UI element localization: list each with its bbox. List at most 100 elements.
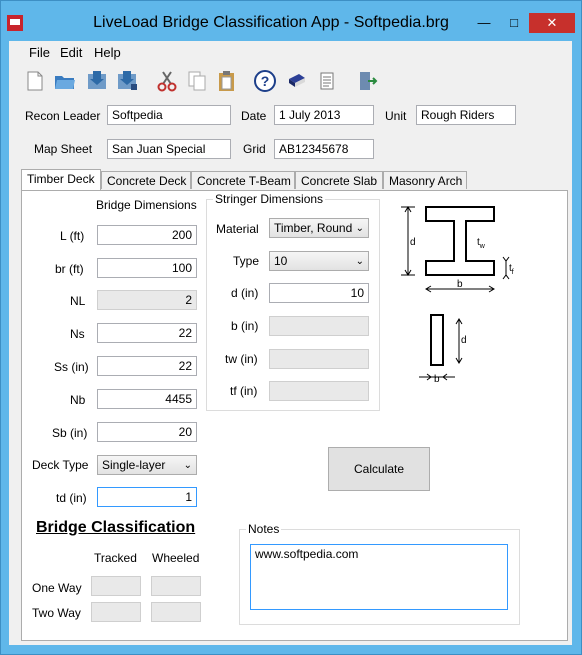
td-in-field[interactable]: 1 [97,487,197,507]
copy-icon[interactable] [185,69,209,93]
deck-type-select[interactable]: Single-layer ⌄ [97,455,197,475]
stringer-dimensions-title: Stringer Dimensions [213,192,326,206]
date-field[interactable]: 1 July 2013 [274,105,374,125]
deck-type-label: Deck Type [32,458,89,472]
nb-field[interactable]: 4455 [97,389,197,409]
unit-label: Unit [385,109,407,123]
calculate-button[interactable]: Calculate [328,447,430,491]
minimize-button[interactable]: — [471,13,497,33]
bridge-classification-title: Bridge Classification [36,519,196,536]
br-ft-field[interactable]: 100 [97,258,197,278]
type-value: 10 [274,254,288,268]
unit-field[interactable]: Rough Riders [416,105,516,125]
d-dim-label: d [410,237,416,248]
type-select[interactable]: 10 ⌄ [269,251,369,271]
svg-text:tw: tw [477,237,486,250]
app-window: LiveLoad Bridge Classification App - Sof… [0,0,582,655]
tracked-label: Tracked [94,551,137,565]
type-label: Type [233,254,260,268]
chevron-down-icon: ⌄ [183,460,192,471]
notes-group: Notes www.softpedia.com [239,522,520,625]
two-way-label: Two Way [32,606,81,620]
window-title: LiveLoad Bridge Classification App - Sof… [93,14,449,31]
map-sheet-field[interactable]: San Juan Special [107,139,231,159]
new-file-icon[interactable] [23,69,47,93]
b-dim-label: b [457,279,463,290]
cut-icon[interactable] [155,69,179,93]
ns-field[interactable]: 22 [97,323,197,343]
notes-label: Notes [246,522,282,536]
b-in-field[interactable] [269,316,369,336]
d-in-label: d (in) [231,286,259,300]
d-in-field[interactable]: 10 [269,283,369,303]
tf-in-field[interactable] [269,381,369,401]
recon-leader-label: Recon Leader [25,109,101,123]
nb-label: Nb [70,393,86,407]
chevron-down-icon: ⌄ [355,223,364,234]
grid-field[interactable]: AB12345678 [274,139,374,159]
open-folder-icon[interactable] [53,69,77,93]
toolbar: ? [9,63,572,101]
client-area: File Edit Help ? Recon Leader Softpedia … [9,41,572,645]
save-icon[interactable] [85,69,109,93]
sb-in-label: Sb (in) [52,426,88,440]
material-value: Timber, Round [274,221,353,235]
menu-help[interactable]: Help [94,45,121,60]
title-bar[interactable]: LiveLoad Bridge Classification App - Sof… [1,1,581,41]
ss-in-label: Ss (in) [54,360,89,374]
tab-concrete-slab[interactable]: Concrete Slab [295,171,383,189]
br-ft-label: br (ft) [55,262,84,276]
nl-field[interactable]: 2 [97,290,197,310]
rect-d-dim-label: d [461,335,467,346]
notes-textarea[interactable]: www.softpedia.com [250,544,508,610]
ss-in-field[interactable]: 22 [97,356,197,376]
tf-in-label: tf (in) [230,384,258,398]
stringer-dimensions-group: Stringer Dimensions Material Timber, Rou… [206,192,380,411]
document-icon[interactable] [315,69,339,93]
timber-deck-panel: Bridge Dimensions L (ft) 200 br (ft) 100… [21,190,568,641]
two-way-wheeled-field[interactable] [151,602,201,622]
rect-stringer-diagram: d b [419,314,467,385]
rect-b-dim-label: b [434,374,440,385]
nl-label: NL [70,294,86,308]
map-sheet-label: Map Sheet [34,142,93,156]
tab-timber-deck[interactable]: Timber Deck [21,169,101,190]
book-icon[interactable] [285,69,309,93]
svg-text:?: ? [261,73,270,89]
deck-type-value: Single-layer [102,458,166,472]
material-select[interactable]: Timber, Round ⌄ [269,218,369,238]
tab-concrete-deck[interactable]: Concrete Deck [101,171,191,189]
recon-leader-field[interactable]: Softpedia [107,105,231,125]
wheeled-label: Wheeled [152,551,200,565]
ns-label: Ns [70,327,85,341]
tw-in-field[interactable] [269,349,369,369]
l-ft-field[interactable]: 200 [97,225,197,245]
material-label: Material [216,222,259,236]
tab-masonry-arch[interactable]: Masonry Arch [383,171,467,189]
l-ft-label: L (ft) [60,229,85,243]
one-way-wheeled-field[interactable] [151,576,201,596]
tab-concrete-t-beam[interactable]: Concrete T-Beam [191,171,295,189]
sb-in-field[interactable]: 20 [97,422,197,442]
exit-icon[interactable] [355,69,379,93]
menu-file[interactable]: File [29,45,50,60]
paste-icon[interactable] [215,69,239,93]
tf-dim-subscript: f [512,269,514,276]
b-in-label: b (in) [231,319,259,333]
svg-text:tf: tf [509,263,514,276]
i-beam-diagram: d tw tf b [401,206,514,293]
close-button[interactable]: ✕ [529,13,575,33]
td-in-label: td (in) [56,491,87,505]
tw-dim-subscript: w [479,243,486,250]
help-icon[interactable]: ? [253,69,277,93]
one-way-tracked-field[interactable] [91,576,141,596]
menu-edit[interactable]: Edit [60,45,82,60]
two-way-tracked-field[interactable] [91,602,141,622]
menu-bar: File Edit Help [9,41,572,63]
tw-in-label: tw (in) [225,352,258,366]
grid-label: Grid [243,142,266,156]
bridge-dimensions-title: Bridge Dimensions [96,198,197,212]
save-as-icon[interactable] [115,69,139,93]
maximize-button[interactable]: □ [501,13,527,33]
date-label: Date [241,109,267,123]
